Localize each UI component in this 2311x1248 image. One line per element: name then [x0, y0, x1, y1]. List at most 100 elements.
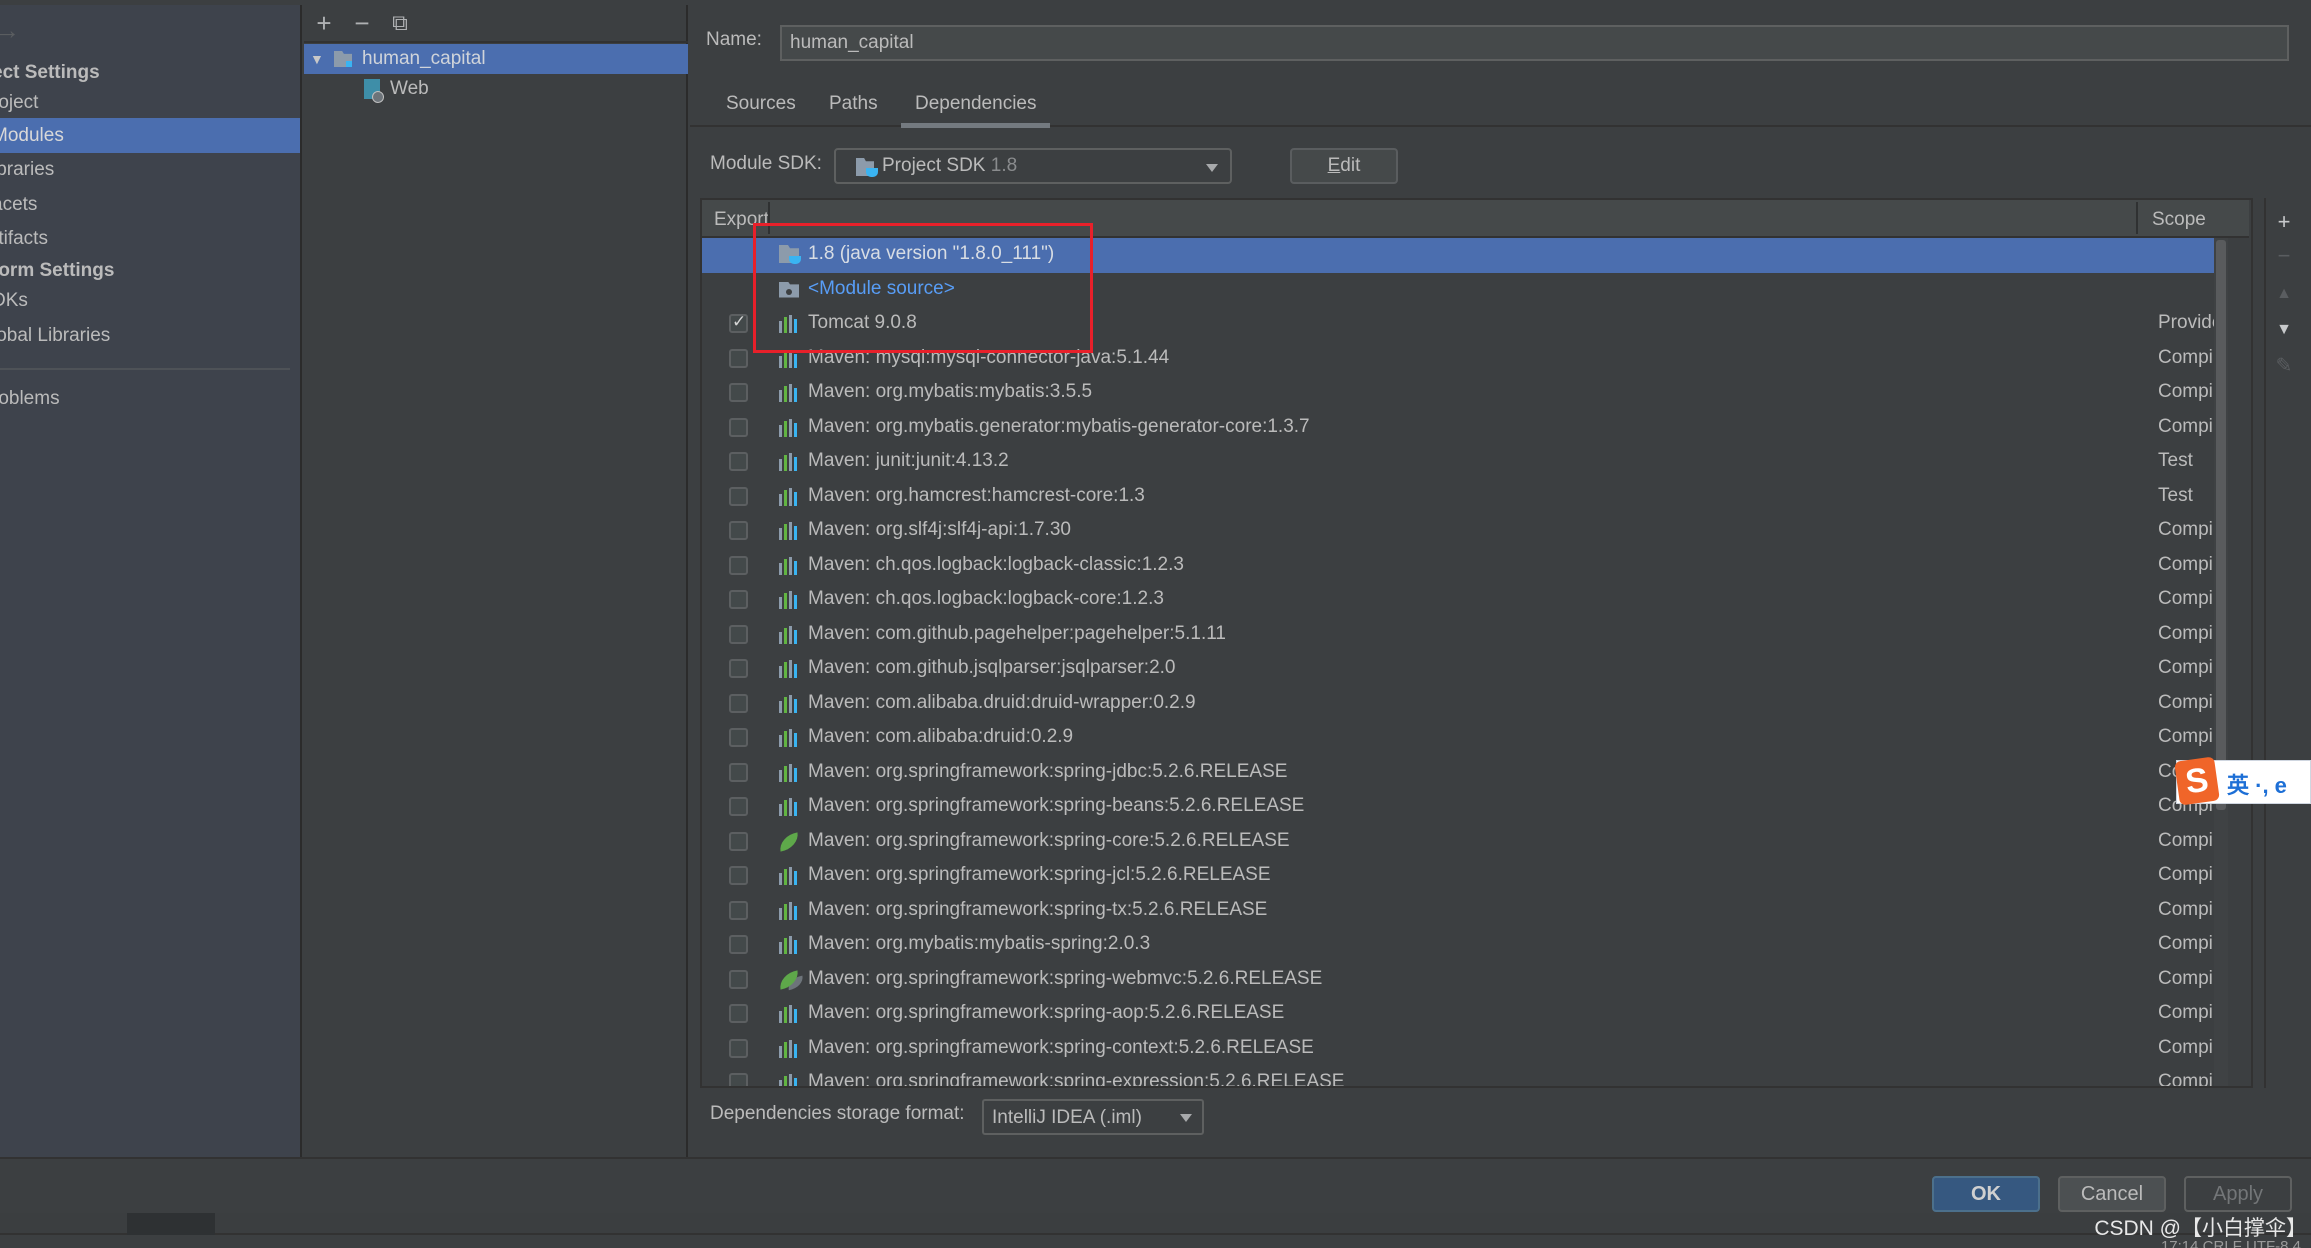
scope-dropdown[interactable]: Compile	[2158, 1002, 2214, 1024]
scope-dropdown[interactable]: Compile	[2158, 899, 2214, 921]
scope-dropdown[interactable]: Compile	[2158, 726, 2214, 748]
dependency-row[interactable]: Maven: org.springframework:spring-expres…	[702, 1066, 2214, 1086]
expand-triangle-icon[interactable]: ▼	[310, 44, 324, 74]
sidebar-item-problems[interactable]: roblems	[0, 381, 300, 416]
export-checkbox[interactable]	[729, 521, 748, 540]
column-header-export[interactable]: Export	[714, 209, 769, 231]
cancel-button[interactable]: Cancel	[2058, 1176, 2166, 1212]
scope-dropdown[interactable]: Compile	[2158, 968, 2214, 990]
export-checkbox[interactable]	[729, 1073, 748, 1086]
export-checkbox[interactable]	[729, 797, 748, 816]
dependency-row[interactable]: Maven: org.mybatis.generator:mybatis-gen…	[702, 411, 2214, 446]
export-checkbox[interactable]	[729, 312, 748, 333]
dependency-row[interactable]: Maven: ch.qos.logback:logback-classic:1.…	[702, 549, 2214, 584]
module-sdk-dropdown[interactable]: Project SDK 1.8	[834, 148, 1232, 184]
storage-format-dropdown[interactable]: IntelliJ IDEA (.iml)	[982, 1099, 1204, 1135]
scope-dropdown[interactable]: Compile	[2158, 657, 2214, 679]
dependency-row[interactable]: 1.8 (java version "1.8.0_111")	[702, 238, 2214, 273]
export-checkbox[interactable]	[729, 693, 748, 713]
sidebar-item-artifacts[interactable]: rtifacts	[0, 221, 300, 256]
tool-window-tab[interactable]	[127, 1213, 215, 1235]
edit-sdk-button[interactable]: Edit	[1290, 148, 1398, 184]
export-checkbox[interactable]	[729, 624, 748, 644]
scope-dropdown[interactable]: Compile	[2158, 933, 2214, 955]
export-checkbox[interactable]	[729, 1004, 748, 1023]
scope-dropdown[interactable]: Compile	[2158, 347, 2214, 369]
add-dependency-button[interactable]: +	[2272, 210, 2296, 234]
scope-dropdown[interactable]: Compile	[2158, 519, 2214, 541]
ok-button[interactable]: OK	[1932, 1176, 2040, 1212]
sidebar-item-facets[interactable]: acets	[0, 187, 300, 222]
dependency-row[interactable]: Maven: org.springframework:spring-aop:5.…	[702, 997, 2214, 1032]
scrollbar-thumb[interactable]	[2216, 240, 2226, 810]
export-checkbox[interactable]	[729, 348, 748, 368]
scope-dropdown[interactable]: Provided	[2158, 312, 2214, 334]
dependency-row[interactable]: <Module source>	[702, 273, 2214, 308]
export-checkbox[interactable]	[729, 935, 748, 954]
export-checkbox[interactable]	[729, 486, 748, 506]
export-checkbox[interactable]	[729, 452, 748, 471]
move-down-button[interactable]: ▼	[2272, 318, 2296, 342]
remove-dependency-button[interactable]: −	[2272, 244, 2296, 268]
dependency-row[interactable]: Maven: org.springframework:spring-contex…	[702, 1032, 2214, 1067]
dependency-row[interactable]: Maven: mysql:mysql-connector-java:5.1.44…	[702, 342, 2214, 377]
sidebar-item-global-libraries[interactable]: lobal Libraries	[0, 318, 300, 353]
export-checkbox[interactable]	[729, 762, 748, 782]
remove-module-button[interactable]: −	[348, 9, 376, 37]
scope-dropdown[interactable]: Compile	[2158, 1071, 2214, 1086]
dependency-row[interactable]: Maven: org.springframework:spring-jdbc:5…	[702, 756, 2214, 791]
sidebar-item-modules[interactable]: Modules	[0, 118, 300, 153]
dependency-row[interactable]: Maven: org.springframework:spring-core:5…	[702, 825, 2214, 860]
export-checkbox[interactable]	[729, 383, 748, 402]
export-checkbox[interactable]	[729, 1038, 748, 1058]
scope-dropdown[interactable]: Compile	[2158, 381, 2214, 403]
tree-node-web[interactable]: Web	[304, 74, 688, 104]
sidebar-item-project[interactable]: roject	[0, 85, 300, 120]
tab-sources[interactable]: Sources	[726, 93, 796, 127]
dependency-row[interactable]: Maven: com.alibaba.druid:druid-wrapper:0…	[702, 687, 2214, 722]
export-checkbox[interactable]	[729, 417, 748, 437]
dependency-row[interactable]: Maven: org.springframework:spring-tx:5.2…	[702, 894, 2214, 929]
export-checkbox[interactable]	[729, 659, 748, 678]
dependency-row[interactable]: Maven: junit:junit:4.13.2 Test	[702, 445, 2214, 480]
export-checkbox[interactable]	[729, 866, 748, 885]
dependency-row[interactable]: Maven: org.mybatis:mybatis-spring:2.0.3 C…	[702, 928, 2214, 963]
column-header-scope[interactable]: Scope	[2152, 209, 2206, 231]
sidebar-item-sdks[interactable]: DKs	[0, 283, 300, 318]
dependency-row[interactable]: Tomcat 9.0.8 Provided	[702, 307, 2214, 342]
scope-dropdown[interactable]: Compile	[2158, 554, 2214, 576]
ime-toolbar[interactable]: S 英 ·, e	[2174, 756, 2311, 806]
scope-dropdown[interactable]: Test	[2158, 450, 2214, 472]
scope-dropdown[interactable]: Compile	[2158, 416, 2214, 438]
move-up-button[interactable]: ▲	[2272, 282, 2296, 306]
dependency-row[interactable]: Maven: org.springframework:spring-jcl:5.…	[702, 859, 2214, 894]
dependency-row[interactable]: Maven: org.springframework:spring-beans:…	[702, 790, 2214, 825]
export-checkbox[interactable]	[729, 900, 748, 920]
copy-module-button[interactable]: ⧉	[386, 9, 414, 37]
export-checkbox[interactable]	[729, 969, 748, 989]
dependency-row[interactable]: Maven: org.slf4j:slf4j-api:1.7.30 Compile	[702, 514, 2214, 549]
forward-arrow-icon[interactable]: →	[0, 15, 20, 45]
scope-dropdown[interactable]: Compile	[2158, 830, 2214, 852]
apply-button[interactable]: Apply	[2184, 1176, 2292, 1212]
dependency-row[interactable]: Maven: com.alibaba:druid:0.2.9 Compile	[702, 721, 2214, 756]
dependency-row[interactable]: Maven: org.mybatis:mybatis:3.5.5 Compile	[702, 376, 2214, 411]
scope-dropdown[interactable]: Compile	[2158, 692, 2214, 714]
dependency-row[interactable]: Maven: org.hamcrest:hamcrest-core:1.3 Tes…	[702, 480, 2214, 515]
add-module-button[interactable]: +	[310, 9, 338, 37]
dependency-row[interactable]: Maven: com.github.jsqlparser:jsqlparser:…	[702, 652, 2214, 687]
scope-dropdown[interactable]: Compile	[2158, 1037, 2214, 1059]
export-checkbox[interactable]	[729, 555, 748, 575]
scope-dropdown[interactable]: Compile	[2158, 864, 2214, 886]
export-checkbox[interactable]	[729, 590, 748, 609]
export-checkbox[interactable]	[729, 728, 748, 747]
dependency-row[interactable]: Maven: org.springframework:spring-webmvc…	[702, 963, 2214, 998]
scope-dropdown[interactable]: Compile	[2158, 623, 2214, 645]
tab-paths[interactable]: Paths	[829, 93, 878, 127]
tree-node-human-capital[interactable]: ▼ human_capital	[304, 44, 688, 74]
edit-dependency-button[interactable]: ✎	[2272, 354, 2296, 378]
module-name-input[interactable]	[780, 25, 2289, 61]
dependency-row[interactable]: Maven: ch.qos.logback:logback-core:1.2.3…	[702, 583, 2214, 618]
tab-dependencies[interactable]: Dependencies	[900, 93, 1052, 128]
export-checkbox[interactable]	[729, 831, 748, 851]
